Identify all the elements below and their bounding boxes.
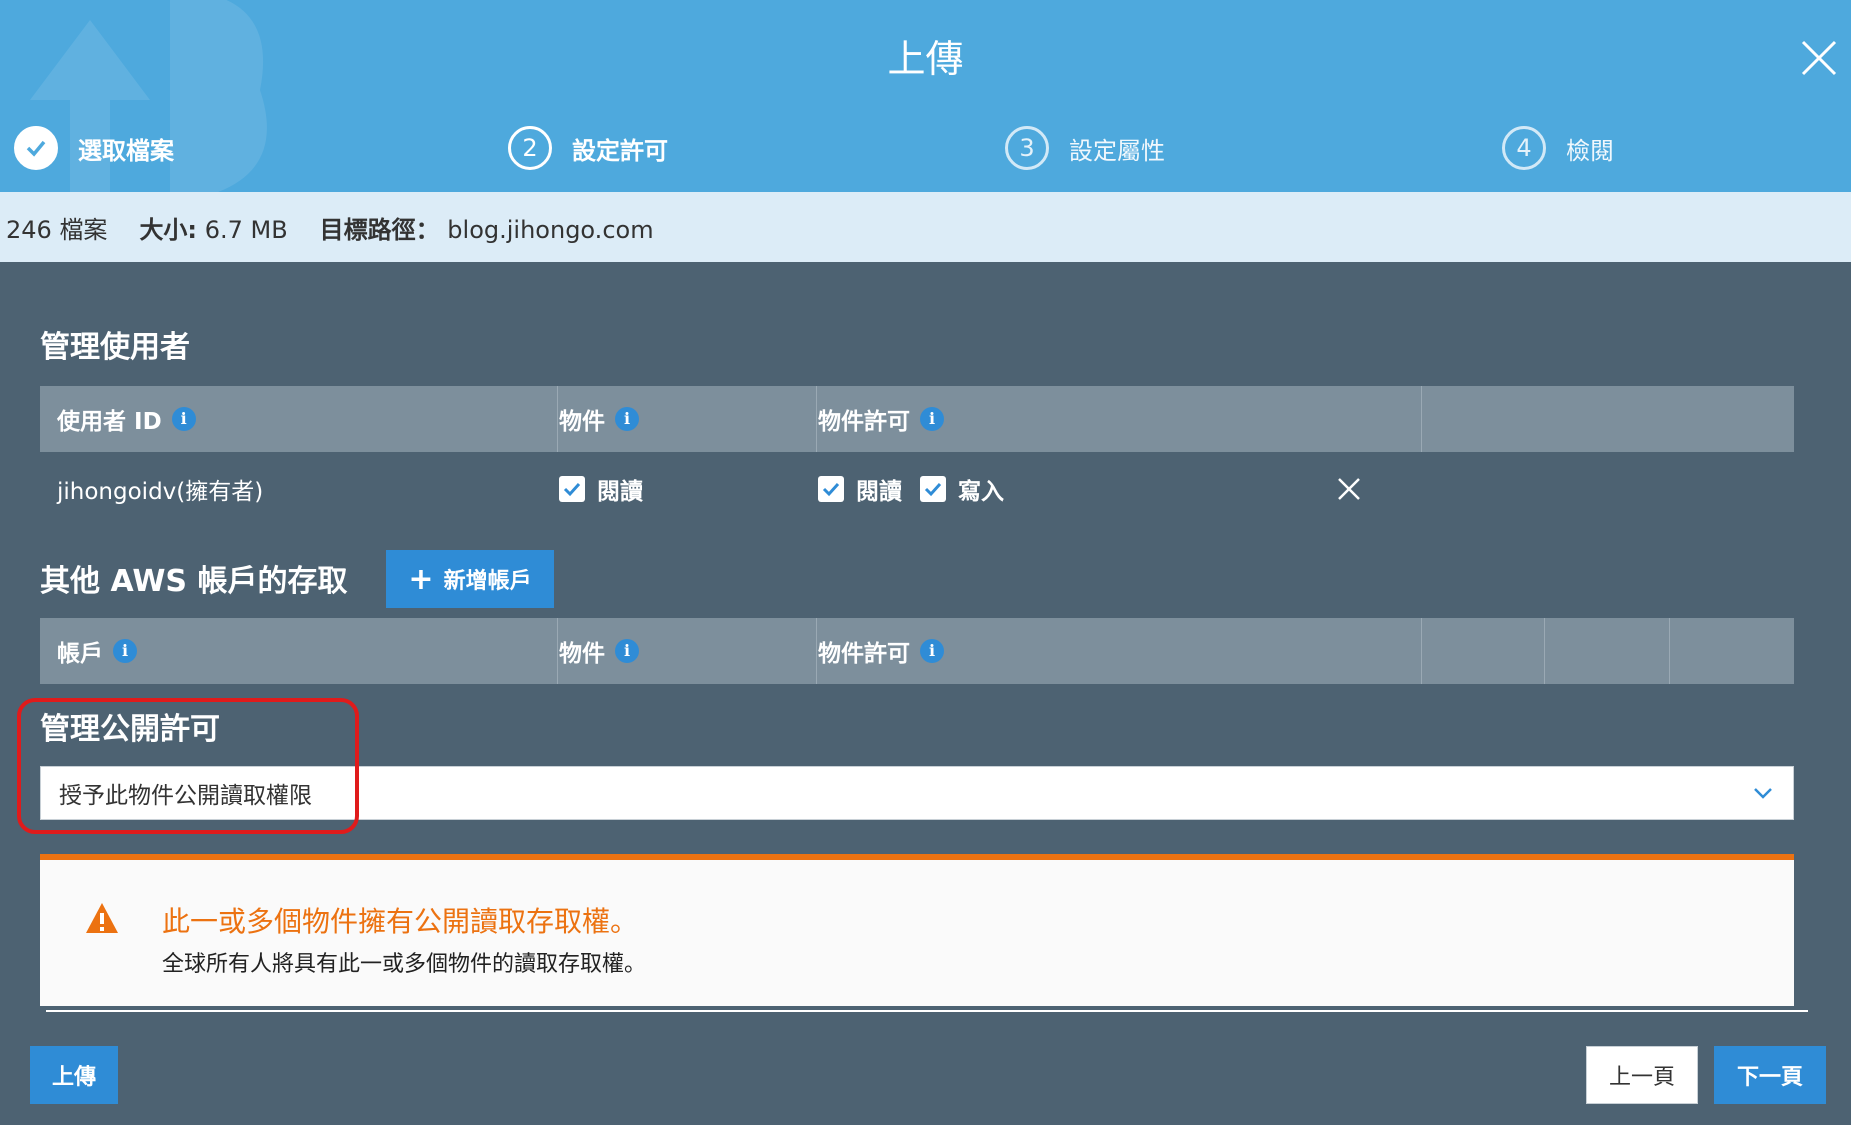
plus-icon: + [408, 561, 434, 597]
info-icon[interactable]: i [615, 639, 639, 663]
footer-divider [46, 1010, 1808, 1012]
col-account: 帳戶 i [57, 618, 137, 684]
warning-body: 全球所有人將具有此一或多個物件的讀取存取權。 [162, 952, 647, 977]
check-icon [14, 126, 58, 170]
target-info: 目標路徑： blog.jihongo.com [319, 215, 654, 244]
step-label: 設定許可 [572, 136, 668, 165]
perm-read-checkbox[interactable] [818, 476, 844, 502]
modal-header: 上傳 選取檔案 2 設定許可 3 設定屬性 4 檢閱 [0, 0, 1851, 192]
col-user-id: 使用者 ID i [57, 386, 196, 452]
close-icon[interactable] [1799, 38, 1839, 78]
upload-summary-bar: 246 檔案 大小: 6.7 MB 目標路徑： blog.jihongo.com [0, 192, 1851, 262]
table-row: jihongoidv(擁有者) 閱讀 閱讀 寫入 [40, 454, 1794, 524]
step-label: 選取檔案 [78, 136, 174, 165]
col-object: 物件 i [559, 618, 639, 684]
file-count: 246 檔案 [6, 215, 108, 244]
public-access-warning: 此一或多個物件擁有公開讀取存取權。 全球所有人將具有此一或多個物件的讀取存取權。 [40, 854, 1794, 1006]
info-icon[interactable]: i [113, 639, 137, 663]
close-icon [1338, 478, 1360, 500]
permission-cell: 閱讀 寫入 [818, 454, 1022, 524]
warning-title: 此一或多個物件擁有公開讀取存取權。 [162, 905, 639, 938]
other-accounts-title: 其他 AWS 帳戶的存取 [40, 564, 348, 599]
next-button[interactable]: 下一頁 [1714, 1046, 1826, 1104]
info-icon[interactable]: i [615, 407, 639, 431]
upload-button[interactable]: 上傳 [30, 1046, 118, 1104]
remove-user-button[interactable] [1336, 454, 1362, 524]
manage-users-title: 管理使用者 [40, 330, 190, 365]
chevron-down-icon [1754, 788, 1772, 799]
modal-title: 上傳 [887, 37, 964, 81]
step-number: 2 [508, 126, 552, 170]
step-number: 3 [1005, 126, 1049, 170]
info-icon[interactable]: i [171, 407, 196, 431]
users-table-header: 使用者 ID i 物件 i 物件許可 i [40, 386, 1794, 452]
wizard-steps: 選取檔案 2 設定許可 3 設定屬性 4 檢閱 [0, 122, 1851, 174]
object-read-checkbox[interactable] [559, 476, 585, 502]
step-number: 4 [1502, 126, 1546, 170]
info-icon[interactable]: i [920, 407, 944, 431]
object-read-cell: 閱讀 [559, 454, 661, 524]
annotation-highlight [17, 698, 359, 834]
step-set-permissions[interactable]: 2 設定許可 [508, 122, 668, 174]
col-object: 物件 i [559, 386, 639, 452]
step-set-properties[interactable]: 3 設定屬性 [1005, 122, 1165, 174]
step-label: 設定屬性 [1069, 136, 1165, 165]
info-icon[interactable]: i [920, 639, 944, 663]
step-review[interactable]: 4 檢閱 [1502, 122, 1614, 174]
add-account-button[interactable]: + 新增帳戶 [386, 550, 554, 608]
step-label: 檢閱 [1566, 136, 1614, 165]
accounts-table-header: 帳戶 i 物件 i 物件許可 i [40, 618, 1794, 684]
col-object-permissions: 物件許可 i [818, 386, 944, 452]
perm-write-checkbox[interactable] [920, 476, 946, 502]
col-object-permissions: 物件許可 i [818, 618, 944, 684]
size-info: 大小: 6.7 MB [139, 215, 288, 244]
previous-button[interactable]: 上一頁 [1586, 1046, 1698, 1104]
user-id-cell: jihongoidv(擁有者) [57, 479, 264, 505]
warning-icon [86, 903, 118, 933]
step-select-files[interactable]: 選取檔案 [14, 122, 174, 174]
